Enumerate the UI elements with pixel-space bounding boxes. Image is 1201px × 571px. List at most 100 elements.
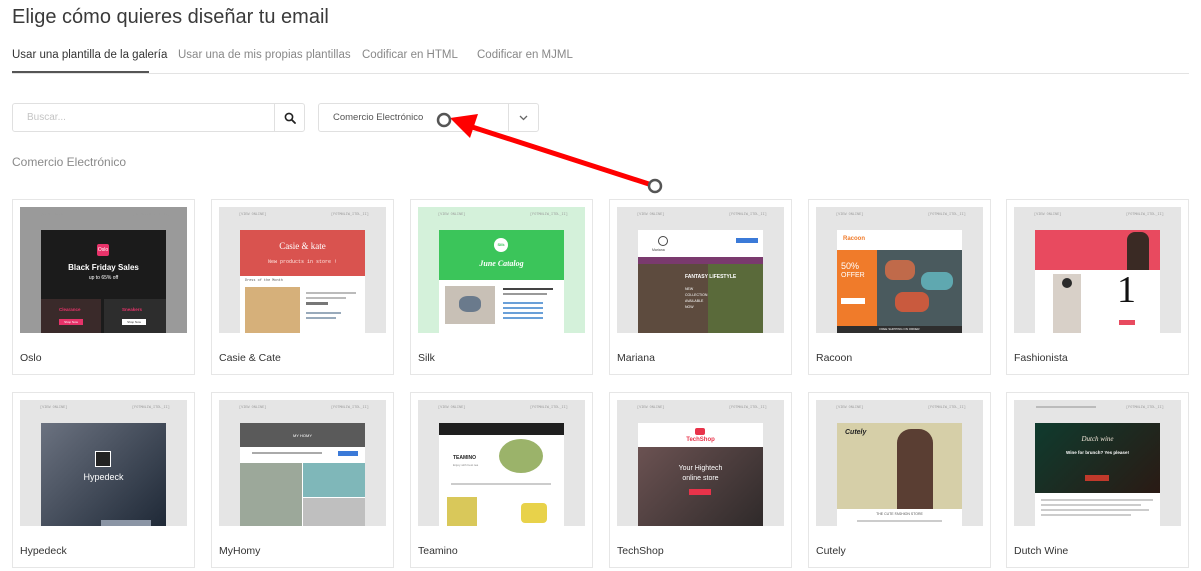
thumb-header-right: [FOTMNLIW_ITDL_II] [132,213,170,217]
thumb-image [897,429,933,509]
thumb-text-line [451,483,551,485]
thumb-text-line [1036,406,1096,408]
thumb-header-left: [VIEW ONLINE] [239,406,267,410]
thumb-body: Silk June Catalog [439,230,564,333]
thumb-image [303,498,365,526]
thumb-image [303,463,365,497]
template-name: Dutch Wine [1014,545,1069,557]
thumb-subtitle: New products in store ! [267,259,337,265]
thumb-text-line [1041,504,1141,506]
template-card-silk[interactable]: [VIEW ONLINE] [FOTMNLIW_ITDL_II] Silk Ju… [410,199,593,375]
template-thumbnail: [VIEW ONLINE] [FOTMNLIW_ITDL_II] TEAMINO… [418,400,585,526]
category-select[interactable]: Comercio Electrónico [318,103,539,132]
template-card-cutely[interactable]: [VIEW ONLINE] [FOTMNLIW_ITDL_II] Cutely … [808,392,991,568]
thumb-text: Sneakers [122,307,143,312]
thumb-headline: FANTASY LIFESTYLE [685,274,737,280]
search-input[interactable] [13,104,275,131]
thumb-logo: TechShop [686,437,715,443]
thumb-banner [1035,230,1160,270]
clock-icon [658,236,668,246]
thumb-text-line [306,317,336,319]
thumb-image [447,497,477,526]
thumb-nav [252,452,322,454]
thumb-header-left: [VIEW ONLINE] [836,406,864,410]
thumb-text: Shop Now [59,319,83,325]
thumb-body: Dutch wine Wine for brunch? Yes please! [1035,423,1160,526]
search-button[interactable] [274,104,304,131]
search-icon [284,112,296,124]
thumb-image [240,463,302,526]
thumb-headline: Hypedeck [83,472,124,482]
thumb-footer: FREE SHIPPING ON ORDER [837,326,962,333]
tab-gallery-template[interactable]: Usar una plantilla de la galería [12,49,167,61]
template-card-mariana[interactable]: [VIEW ONLINE] [FOTMNLIW_ITDL_II] Mariana… [609,199,792,375]
chevron-down-icon [519,115,528,120]
template-name: Hypedeck [20,545,67,557]
template-card-myhomy[interactable]: [VIEW ONLINE] [FOTMNLIW_ITDL_II] MY HOMY… [211,392,394,568]
template-card-teamino[interactable]: [VIEW ONLINE] [FOTMNLIW_ITDL_II] TEAMINO… [410,392,593,568]
thumb-text-line [503,293,547,295]
thumb-header-left: [VIEW ONLINE] [438,213,466,217]
template-thumbnail: [VIEW ONLINE] [FOTMNLIW_ITDL_II] Casie &… [219,207,386,333]
category-select-toggle[interactable] [508,104,538,131]
thumb-text-line [503,312,543,314]
thumb-body: Casie & kate New products in store ! Dre… [240,230,365,333]
thumb-banner: 50% OFFER [837,250,877,326]
template-thumbnail: [VIEW ONLINE] [FOTMNLIW_ITDL_II] 1 [1014,207,1181,333]
tab-code-html[interactable]: Codificar en HTML [362,49,458,61]
thumb-image: Sneakers Shop Now [104,299,166,333]
template-card-racoon[interactable]: [VIEW ONLINE] [FOTMNLIW_ITDL_II] Racoon … [808,199,991,375]
template-name: Teamino [418,545,458,557]
thumb-header-left: [VIEW ONLINE] [637,213,665,217]
template-card-techshop[interactable]: [VIEW ONLINE] [FOTMNLIW_ITDL_II] TechSho… [609,392,792,568]
thumb-image [445,286,495,324]
thumb-text-line [1041,509,1149,511]
template-thumbnail: [VIEW ONLINE] [FOTMNLIW_ITDL_II] Mariana… [617,207,784,333]
section-title: Comercio Electrónico [12,155,127,169]
thumb-banner: Silk June Catalog [439,230,564,280]
thumb-image [459,296,481,312]
thumb-logo: MY HOMY [292,433,313,438]
thumb-subtitle: up to 65% off [88,275,119,281]
template-card-hypedeck[interactable]: [VIEW ONLINE] [FOTMNLIW_ITDL_II] Hypedec… [12,392,195,568]
template-name: Casie & Cate [219,352,281,364]
thumb-button [689,489,711,495]
thumb-image: Your Hightech online store [638,447,763,526]
thumb-logo: Oslo [97,244,109,256]
thumb-subtitle: THE CUTE FASHION STORE [876,512,923,516]
thumb-image [1127,232,1149,270]
thumb-body: Mariana FANTASY LIFESTYLE NEW COLLECTION… [638,230,763,333]
thumb-text-line [1041,499,1153,501]
template-card-oslo[interactable]: [VIEW ONLINE] [FOTMNLIW_ITDL_II] Oslo Bl… [12,199,195,375]
thumb-text: NOW [685,305,694,309]
thumb-image [921,272,953,290]
thumb-image: Dutch wine Wine for brunch? Yes please! [1035,423,1160,493]
social-icons [736,238,758,243]
template-thumbnail: [VIEW ONLINE] [FOTMNLIW_ITDL_II] Oslo Bl… [20,207,187,333]
thumb-button [1119,320,1135,325]
thumb-headline: 50% [841,261,860,271]
thumb-text-line [306,312,341,314]
thumb-text-line [306,297,346,299]
thumb-body: Hypedeck [41,423,166,526]
thumb-text-line [306,292,356,294]
template-card-casie-cate[interactable]: [VIEW ONLINE] [FOTMNLIW_ITDL_II] Casie &… [211,199,394,375]
template-card-dutch-wine[interactable]: [FOTMNLIW_ITDL_II] Dutch wine Wine for b… [1006,392,1189,568]
thumb-image [877,250,962,326]
tab-my-templates[interactable]: Usar una de mis propias plantillas [178,49,351,61]
thumb-subtitle: OFFER [841,272,865,279]
search-box [12,103,305,132]
thumb-text-line [857,520,942,522]
thumb-text-lines: NEW COLLECTION AVAILABLE NOW [685,286,707,310]
thumb-logo: Racoon [843,236,866,242]
thumb-logo-icon [695,428,705,435]
thumb-text-line [1041,514,1131,516]
template-thumbnail: [VIEW ONLINE] [FOTMNLIW_ITDL_II] Silk Ju… [418,207,585,333]
thumb-text: Clearance [59,307,81,312]
thumb-text-line [306,302,328,305]
template-card-fashionista[interactable]: [VIEW ONLINE] [FOTMNLIW_ITDL_II] 1 Fashi… [1006,199,1189,375]
thumb-header-left: [VIEW ONLINE] [40,213,68,217]
thumb-header-right: [FOTMNLIW_ITDL_II] [928,213,966,217]
tab-code-mjml[interactable]: Codificar en MJML [477,49,573,61]
thumb-nav [439,423,564,435]
